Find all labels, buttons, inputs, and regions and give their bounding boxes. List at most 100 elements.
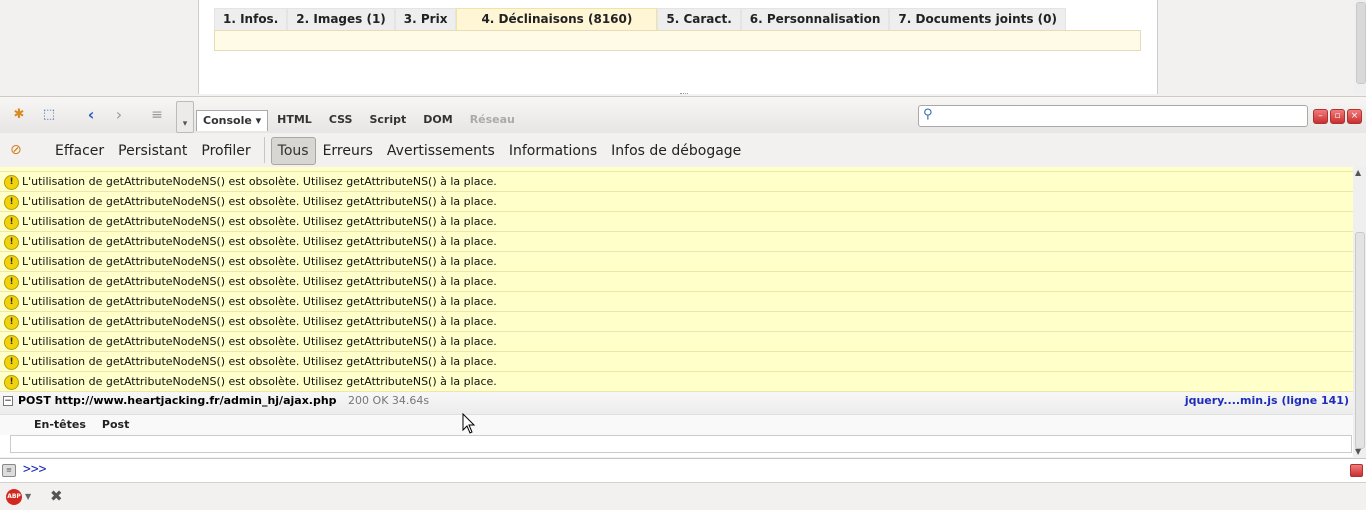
product-panel: 1. Infos. 2. Images (1) 3. Prix 4. Décli…: [198, 0, 1158, 94]
tab-prix[interactable]: 3. Prix: [394, 8, 457, 31]
magnifier-icon: ⚲: [923, 107, 933, 122]
effacer-button[interactable]: Effacer: [48, 137, 111, 165]
log-row[interactable]: ! L'utilisation de getAttributeNodeNS() e…: [0, 212, 1353, 232]
tab-infos[interactable]: 1. Infos.: [214, 8, 288, 31]
tab-html[interactable]: HTML: [269, 110, 320, 130]
source-link[interactable]: jquery....min.js (ligne 141): [1185, 392, 1349, 410]
log-message: L'utilisation de getAttributeNodeNS() es…: [22, 275, 497, 288]
log-row[interactable]: ! L'utilisation de getAttributeNodeNS() e…: [0, 272, 1353, 292]
forward-arrow-icon[interactable]: ›: [110, 107, 128, 123]
chevron-down-icon[interactable]: ▼: [25, 492, 31, 501]
log-row[interactable]: ! L'utilisation de getAttributeNodeNS() e…: [0, 172, 1353, 192]
panel-menu-dropdown[interactable]: ▾: [176, 101, 194, 133]
page-scrollbar[interactable]: [1354, 0, 1366, 94]
log-row[interactable]: ! L'utilisation de getAttributeNodeNS() e…: [0, 192, 1353, 212]
xhr-post-row[interactable]: − POST http://www.heartjacking.fr/admin_…: [0, 392, 1353, 415]
log-message: L'utilisation de getAttributeNodeNS() es…: [22, 315, 497, 328]
profiler-button[interactable]: Profiler: [194, 137, 257, 165]
log-row[interactable]: ! L'utilisation de getAttributeNodeNS() e…: [0, 372, 1353, 392]
page-area: 1. Infos. 2. Images (1) 3. Prix 4. Décli…: [0, 0, 1366, 94]
back-arrow-icon[interactable]: ‹: [82, 107, 100, 123]
command-line[interactable]: ≡ >>>: [0, 458, 1366, 482]
log-message: L'utilisation de getAttributeNodeNS() es…: [22, 195, 497, 208]
minimize-icon[interactable]: –: [1313, 109, 1328, 124]
filter-tous[interactable]: Tous: [270, 137, 316, 165]
clear-console-icon[interactable]: ⊘: [10, 142, 22, 158]
warning-icon: !: [4, 175, 19, 190]
warning-icon: !: [4, 275, 19, 290]
filter-infos-debogage[interactable]: Infos de débogage: [604, 137, 748, 165]
product-tabs: 1. Infos. 2. Images (1) 3. Prix 4. Décli…: [214, 8, 1066, 31]
persistant-button[interactable]: Persistant: [111, 137, 194, 165]
log-row[interactable]: ! L'utilisation de getAttributeNodeNS() e…: [0, 232, 1353, 252]
log-row[interactable]: ! L'utilisation de getAttributeNodeNS() e…: [0, 332, 1353, 352]
warning-icon: !: [4, 315, 19, 330]
warning-icon: !: [4, 335, 19, 350]
firebug-toolbar: ✱ ⬚ ‹ › ≡ ▾ Console ▾ HTML CSS Script DO…: [0, 96, 1366, 134]
log-message: L'utilisation de getAttributeNodeNS() es…: [22, 235, 497, 248]
warning-icon: !: [4, 195, 19, 210]
tab-en-tetes[interactable]: En-têtes: [34, 415, 86, 435]
log-row[interactable]: ! L'utilisation de getAttributeNodeNS() e…: [0, 292, 1353, 312]
log-message: L'utilisation de getAttributeNodeNS() es…: [22, 215, 497, 228]
warning-icon: !: [4, 355, 19, 370]
tab-images[interactable]: 2. Images (1): [287, 8, 395, 31]
tab-documents-joints[interactable]: 7. Documents joints (0): [889, 8, 1066, 31]
request-subtabs: En-têtes Post: [0, 415, 1353, 435]
detach-icon[interactable]: ▫: [1330, 109, 1345, 124]
inspect-icon[interactable]: ⬚: [40, 107, 58, 123]
console-log: ! L'utilisation de getAttributeNodeNS() e…: [0, 167, 1353, 457]
menu-icon[interactable]: ≡: [148, 107, 166, 123]
request-subtab-body: [10, 435, 1352, 453]
post-status: 200 OK 34.64s: [348, 394, 430, 407]
tab-post[interactable]: Post: [102, 415, 129, 435]
warning-icon: !: [4, 375, 19, 390]
firebug-search-input[interactable]: ⚲: [918, 105, 1308, 127]
warning-icon: !: [4, 215, 19, 230]
tab-declinaisons[interactable]: 4. Déclinaisons (8160): [456, 8, 658, 31]
scroll-up-icon[interactable]: ▲: [1355, 168, 1361, 177]
warning-icon: !: [4, 255, 19, 270]
tab-console[interactable]: Console ▾: [196, 110, 269, 131]
close-icon[interactable]: ×: [1347, 109, 1362, 124]
command-editor-icon[interactable]: ≡: [2, 464, 16, 477]
page-scrollbar-thumb[interactable]: [1356, 2, 1366, 84]
tab-css[interactable]: CSS: [321, 110, 361, 130]
command-toggle-icon[interactable]: [1350, 464, 1363, 477]
tab-reseau[interactable]: Réseau: [462, 110, 523, 130]
log-message: L'utilisation de getAttributeNodeNS() es…: [22, 295, 497, 308]
command-prompt: >>>: [23, 462, 47, 477]
firebug-panel-tabs: Console ▾ HTML CSS Script DOM Réseau: [196, 110, 524, 131]
mouse-pointer-icon: [462, 413, 476, 434]
filter-divider: [263, 137, 265, 163]
tab-dom[interactable]: DOM: [415, 110, 460, 130]
console-filter-bar: ⊘ Effacer Persistant Profiler Tous Erreu…: [0, 133, 1366, 168]
tab-script[interactable]: Script: [361, 110, 414, 130]
collapse-icon[interactable]: −: [3, 396, 13, 406]
filter-informations[interactable]: Informations: [502, 137, 604, 165]
tab-content-area: [214, 30, 1141, 51]
filter-erreurs[interactable]: Erreurs: [316, 137, 380, 165]
tab-caract[interactable]: 5. Caract.: [657, 8, 741, 31]
log-scrollbar[interactable]: ▲ ▼: [1353, 167, 1366, 457]
log-scrollbar-thumb[interactable]: [1355, 232, 1365, 449]
warning-icon: !: [4, 295, 19, 310]
close-icon[interactable]: ✖: [50, 487, 63, 505]
scroll-down-icon[interactable]: ▼: [1355, 447, 1361, 456]
tab-personnalisation[interactable]: 6. Personnalisation: [740, 8, 890, 31]
warning-icon: !: [4, 235, 19, 250]
log-row[interactable]: ! L'utilisation de getAttributeNodeNS() e…: [0, 252, 1353, 272]
adblock-icon[interactable]: ABP: [6, 489, 22, 505]
log-message: L'utilisation de getAttributeNodeNS() es…: [22, 255, 497, 268]
filter-avertissements[interactable]: Avertissements: [380, 137, 502, 165]
log-row[interactable]: ! L'utilisation de getAttributeNodeNS() e…: [0, 352, 1353, 372]
log-message: L'utilisation de getAttributeNodeNS() es…: [22, 375, 497, 388]
firebug-icon[interactable]: ✱: [10, 107, 28, 123]
log-message: L'utilisation de getAttributeNodeNS() es…: [22, 335, 497, 348]
filter-items: Effacer Persistant Profiler Tous Erreurs…: [48, 137, 748, 165]
window-buttons: – ▫ ×: [1313, 109, 1362, 124]
log-row[interactable]: ! L'utilisation de getAttributeNodeNS() e…: [0, 312, 1353, 332]
status-bar: ABP ▼ ✖: [0, 482, 1366, 510]
log-message: L'utilisation de getAttributeNodeNS() es…: [22, 355, 497, 368]
post-url[interactable]: POST http://www.heartjacking.fr/admin_hj…: [18, 394, 337, 407]
